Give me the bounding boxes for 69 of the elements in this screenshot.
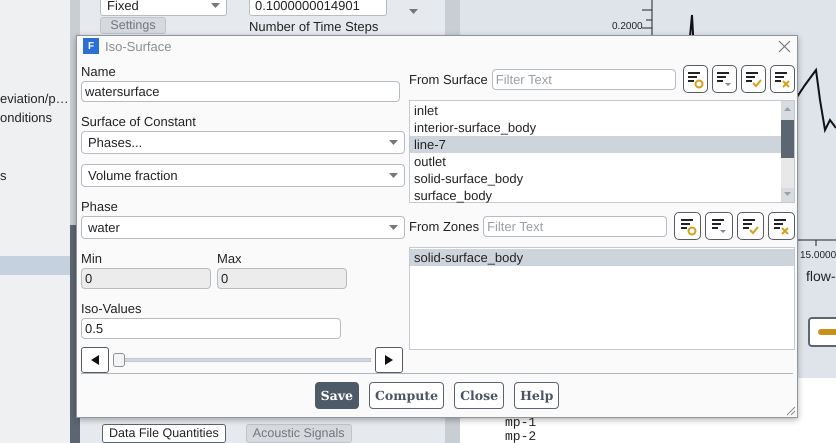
quantity-dropdown[interactable]: Volume fraction [81, 164, 405, 188]
console-line: mp-2 [505, 430, 538, 443]
iso-values-field[interactable]: 0.5 [81, 318, 341, 340]
list-item[interactable]: solid-surface_body [410, 170, 781, 188]
step-left-button[interactable] [81, 347, 109, 374]
min-field[interactable]: 0 [81, 268, 211, 290]
iso-value-slider[interactable] [113, 353, 371, 368]
dropdown-caret-icon [389, 173, 398, 178]
panel-button[interactable]: Data File Quantities [102, 424, 226, 443]
resize-grip-icon[interactable] [784, 404, 796, 416]
step-right-button[interactable] [375, 347, 403, 374]
time-steps-label: Number of Time Steps [249, 19, 380, 34]
field-label: Surface of Constant [81, 114, 197, 130]
axis-title: flow- [806, 268, 836, 284]
dropdown-caret-icon [389, 225, 398, 230]
time-step-size-field[interactable]: 0.1000000014901 [249, 0, 387, 16]
dropdown-caret-icon [389, 140, 398, 146]
lines-cross-icon [772, 69, 792, 90]
console-line: mp-1 [505, 416, 538, 430]
app-logo: F [83, 38, 99, 54]
slider-toggle-icon[interactable] [808, 317, 836, 347]
tree-item[interactable]: s [0, 166, 70, 185]
dropdown-caret-icon [409, 9, 418, 14]
list-action-button[interactable] [736, 212, 764, 240]
filter-field[interactable]: Filter Text [483, 216, 668, 237]
lines-check-icon [743, 69, 764, 90]
dialog-button[interactable]: Save [314, 382, 359, 410]
time-step-method-dropdown[interactable]: Fixed [100, 0, 227, 16]
list-item[interactable]: line-7 [410, 136, 781, 154]
dropdown-caret-icon [211, 3, 220, 8]
list-item[interactable]: outlet [410, 153, 781, 170]
list-label: From Zones [409, 218, 480, 234]
list-action-button[interactable] [682, 65, 708, 94]
list-item[interactable]: solid-surface_body [410, 249, 794, 266]
list-action-button[interactable] [674, 212, 702, 240]
dialog-button[interactable]: Compute [368, 382, 444, 410]
filter-field[interactable]: Filter Text [492, 68, 676, 90]
y-tick-label: 0.2000 [612, 21, 643, 32]
list-action-button[interactable] [705, 212, 733, 240]
list-item[interactable]: interior-surface_body [410, 119, 781, 136]
field-label: Max [217, 251, 243, 266]
right-triangle-icon [385, 355, 393, 366]
field-label: Iso-Values [81, 301, 142, 316]
list-action-button[interactable] [740, 65, 766, 94]
lines-cross-icon [771, 216, 792, 236]
list-item[interactable]: surface_body [410, 187, 781, 204]
list-action-button[interactable] [712, 65, 737, 94]
dialog-button[interactable]: Help [514, 382, 560, 410]
name-field[interactable]: watersurface [81, 81, 400, 102]
dialog-title: Iso-Surface [105, 38, 172, 54]
lines-check-icon [740, 216, 760, 236]
list-action-button[interactable] [770, 65, 795, 94]
tree-item[interactable]: eviation/p… [0, 89, 70, 108]
left-triangle-icon [91, 355, 99, 366]
dialog-button[interactable]: Close [454, 382, 504, 410]
max-field[interactable]: 0 [217, 268, 347, 290]
list-action-button[interactable] [768, 212, 796, 240]
list-label: From Surface [409, 72, 488, 87]
list-item[interactable]: inlet [410, 102, 781, 120]
tree-item[interactable]: onditions [0, 108, 70, 127]
slider-thumb[interactable] [113, 353, 125, 368]
field-label: Phase [81, 199, 119, 214]
x-tick-label: 15.0000 [800, 250, 836, 261]
phase-dropdown[interactable]: water [81, 216, 405, 240]
field-label: Name [81, 64, 117, 80]
lines-circle-icon [685, 69, 706, 90]
surface-of-constant-dropdown[interactable]: Phases... [81, 131, 405, 154]
field-label: Min [81, 251, 103, 266]
close-icon[interactable] [778, 40, 791, 53]
